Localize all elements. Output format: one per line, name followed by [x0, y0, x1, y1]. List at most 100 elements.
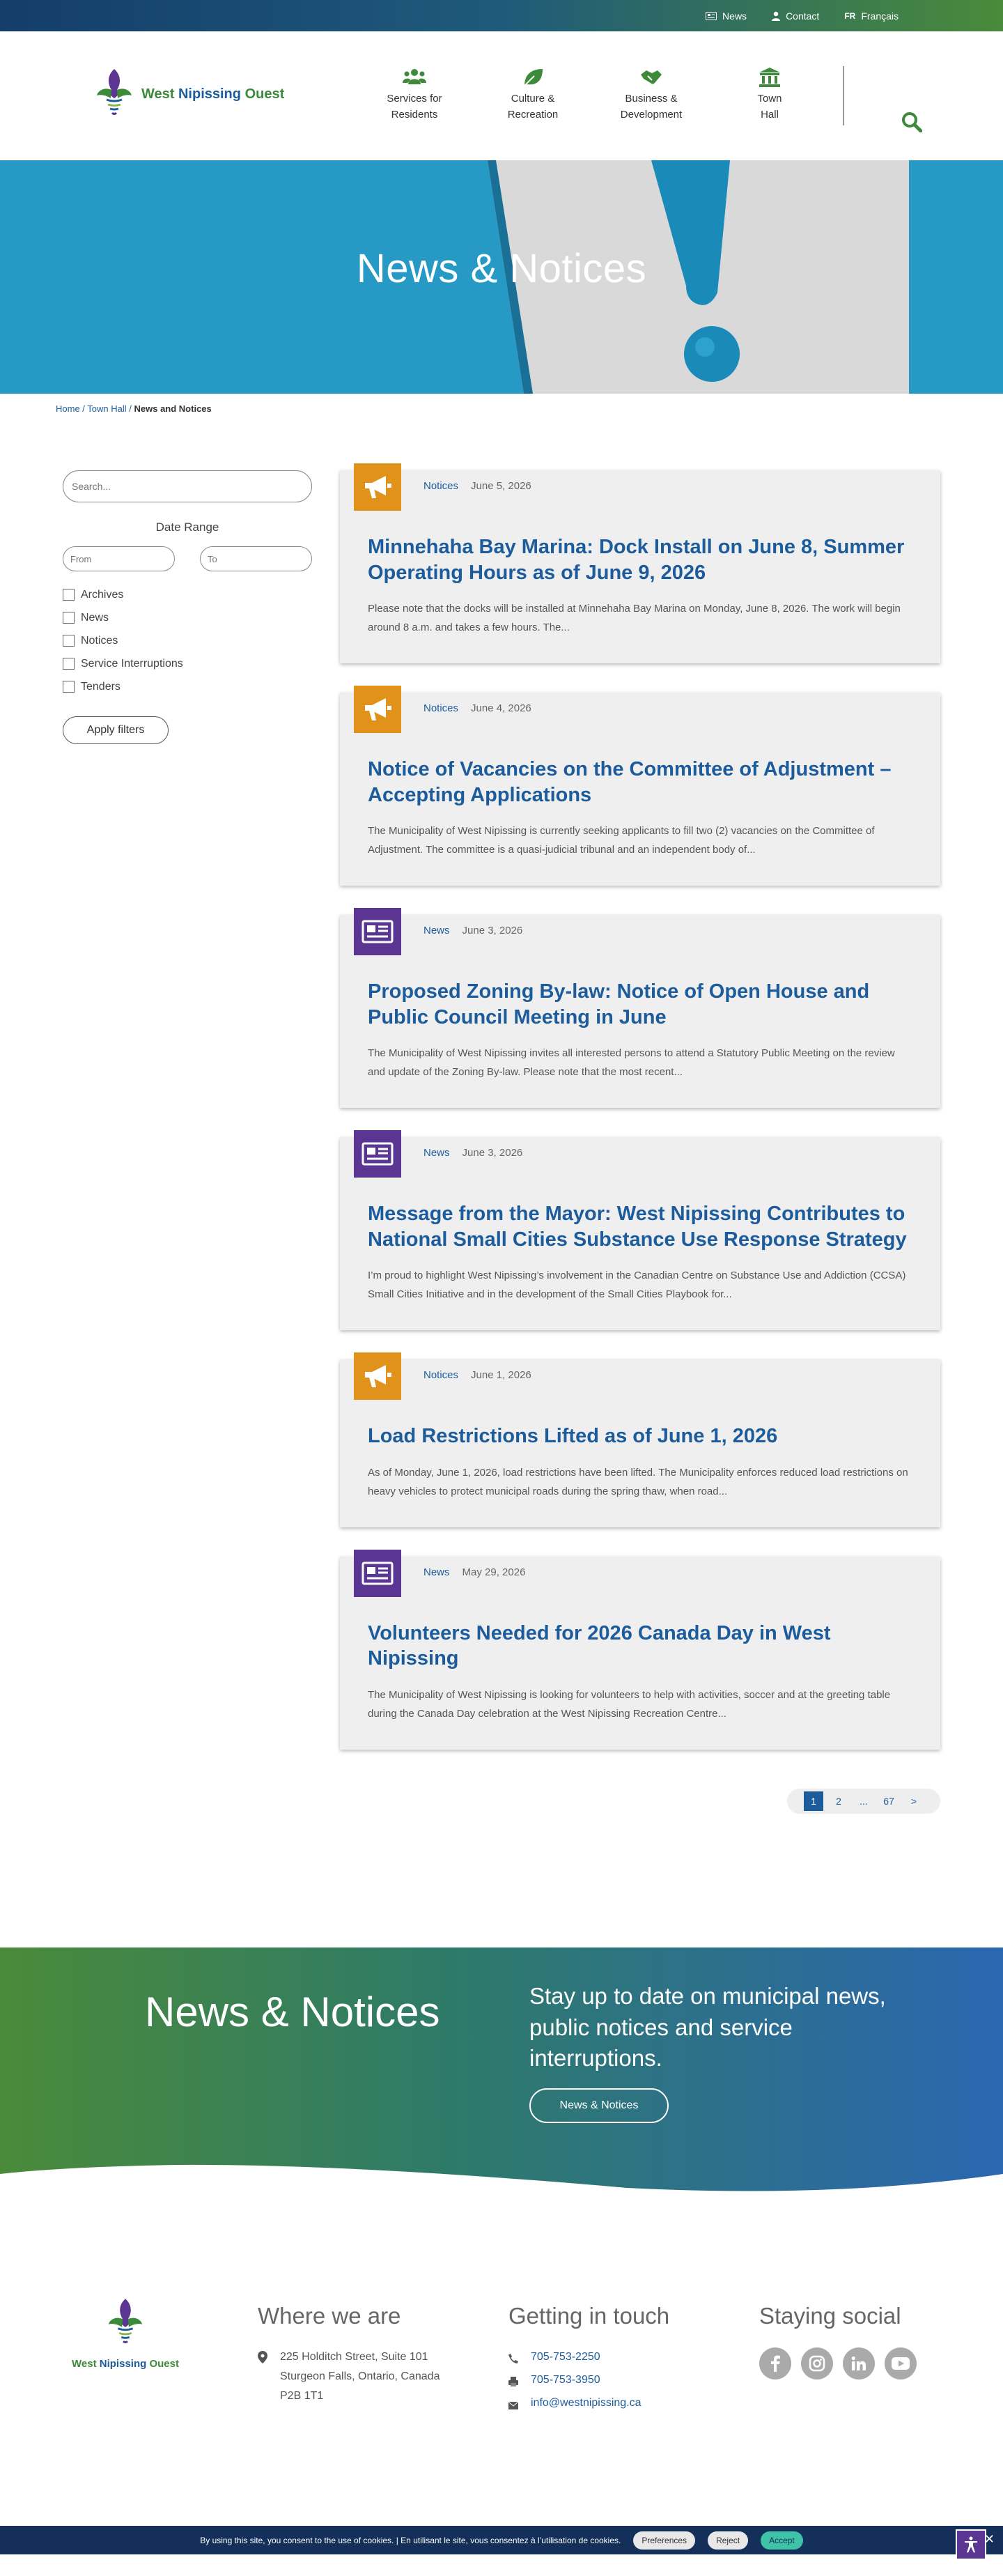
apply-filters-button[interactable]: Apply filters — [63, 716, 169, 744]
article-meta: Notices June 4, 2026 — [423, 702, 531, 714]
town-hall-icon — [759, 68, 780, 87]
facebook-link[interactable] — [759, 2347, 791, 2380]
nav-services-for-residents[interactable]: Services for Residents — [355, 66, 474, 123]
search-button[interactable] — [901, 111, 923, 136]
language-code: FR — [844, 10, 856, 21]
article-list: Notices June 5, 2026 Minnehaha Bay Marina… — [340, 463, 940, 1779]
article-card[interactable]: Notices June 5, 2026 Minnehaha Bay Marina… — [340, 463, 940, 664]
date-to-input[interactable] — [200, 546, 312, 571]
map-pin-icon — [258, 2351, 267, 2363]
article-card[interactable]: Notices June 4, 2026 Notice of Vacancies … — [340, 686, 940, 886]
article-meta: News May 29, 2026 — [423, 1566, 525, 1578]
site-logo[interactable]: West Nipissing Ouest — [93, 66, 284, 122]
nav-town-hall[interactable]: Town Hall — [710, 66, 829, 123]
page-last-button[interactable]: 67 — [879, 1791, 899, 1811]
filter-checkboxes: Archives News Notices Service Interrupti… — [63, 583, 312, 698]
language-toggle[interactable]: FR Français — [844, 10, 899, 22]
breadcrumb-current: News and Notices — [134, 403, 212, 414]
checkbox[interactable] — [63, 635, 75, 647]
breadcrumb-home[interactable]: Home — [56, 403, 80, 414]
article-title[interactable]: Message from the Mayor: West Nipissing C… — [368, 1201, 911, 1252]
article-title[interactable]: Notice of Vacancies on the Committee of … — [368, 757, 911, 808]
article-meta: News June 3, 2026 — [423, 1147, 522, 1159]
footer-email-line: info@westnipissing.ca — [508, 2393, 669, 2416]
cookie-preferences-button[interactable]: Preferences — [633, 2531, 696, 2550]
article-excerpt: The Municipality of West Nipissing is lo… — [368, 1688, 891, 1720]
article-title[interactable]: Proposed Zoning By-law: Notice of Open H… — [368, 979, 911, 1030]
filter-service-interruptions[interactable]: Service Interruptions — [63, 652, 312, 675]
article-card[interactable]: News May 29, 2026 Volunteers Needed for 2… — [340, 1549, 940, 1750]
date-range-label: Date Range — [155, 520, 219, 534]
contact-link[interactable]: Contact — [772, 10, 819, 22]
notices-badge — [354, 686, 401, 734]
article-card[interactable]: News June 3, 2026 Message from the Mayor:… — [340, 1130, 940, 1331]
article-category[interactable]: Notices — [423, 480, 458, 492]
page-2-button[interactable]: 2 — [829, 1791, 848, 1811]
phone-link[interactable]: 705-753-2250 — [531, 2347, 600, 2367]
article-category[interactable]: Notices — [423, 702, 458, 714]
page-title: News & Notices — [356, 246, 647, 291]
cookie-reject-button[interactable]: Reject — [708, 2531, 749, 2550]
filter-label: Notices — [81, 634, 118, 647]
filter-label: Archives — [81, 588, 124, 601]
article-date: June 3, 2026 — [462, 1147, 523, 1159]
filter-news[interactable]: News — [63, 606, 312, 629]
filter-tenders[interactable]: Tenders — [63, 675, 312, 698]
breadcrumb-town-hall[interactable]: Town Hall — [87, 403, 126, 414]
filter-archives[interactable]: Archives — [63, 583, 312, 606]
instagram-icon — [809, 2355, 825, 2372]
footer-address: 225 Holditch Street, Suite 101 Sturgeon … — [258, 2347, 440, 2406]
article-card[interactable]: News June 3, 2026 Proposed Zoning By-law:… — [340, 908, 940, 1109]
article-category[interactable]: Notices — [423, 1369, 458, 1381]
next-page-button[interactable]: > — [904, 1791, 924, 1811]
accessibility-button[interactable] — [956, 2529, 986, 2560]
nav-business-development[interactable]: Business & Development — [592, 66, 710, 123]
article-category[interactable]: News — [423, 925, 450, 936]
logo-word-nipissing: Nipissing — [99, 2358, 147, 2370]
address-line-2: Sturgeon Falls, Ontario, Canada — [280, 2370, 440, 2382]
news-badge — [354, 1130, 401, 1178]
footer-staying-social: Staying social — [759, 2303, 917, 2380]
checkbox[interactable] — [63, 658, 75, 670]
handshake-icon — [641, 70, 662, 84]
nav-business-line2: Development — [620, 108, 683, 121]
news-link-label: News — [722, 10, 747, 22]
article-title[interactable]: Volunteers Needed for 2026 Canada Day in… — [368, 1621, 911, 1672]
page-1-button[interactable]: 1 — [804, 1791, 823, 1811]
checkbox[interactable] — [63, 612, 75, 624]
news-badge — [354, 1549, 401, 1597]
cookie-accept-button[interactable]: Accept — [761, 2531, 803, 2550]
article-category[interactable]: News — [423, 1566, 450, 1578]
logo-word-ouest: Ouest — [149, 2358, 179, 2370]
linkedin-link[interactable] — [843, 2347, 875, 2380]
article-title[interactable]: Minnehaha Bay Marina: Dock Install on Ju… — [368, 534, 911, 585]
article-category[interactable]: News — [423, 1147, 450, 1159]
checkbox[interactable] — [63, 589, 75, 601]
filter-notices[interactable]: Notices — [63, 629, 312, 652]
facebook-icon — [771, 2355, 780, 2372]
date-from-input[interactable] — [63, 546, 175, 571]
cta-news-button[interactable]: News & Notices — [529, 2088, 669, 2123]
footer-heading: Where we are — [258, 2303, 401, 2329]
megaphone-icon — [365, 698, 391, 721]
site-header: West Nipissing Ouest Services for Reside… — [0, 31, 1003, 160]
search-input[interactable] — [63, 470, 312, 502]
checkbox[interactable] — [63, 681, 75, 693]
footer-logo-wordmark: West Nipissing Ouest — [70, 2358, 181, 2370]
cta-title: News & Notices — [145, 1989, 440, 2035]
article-excerpt: Please note that the docks will be insta… — [368, 603, 901, 634]
breadcrumb-separator: / — [126, 403, 134, 414]
newspaper-icon — [361, 1142, 394, 1166]
article-title[interactable]: Load Restrictions Lifted as of June 1, 2… — [368, 1424, 911, 1449]
footer-logo[interactable]: West Nipissing Ouest — [70, 2296, 181, 2370]
youtube-link[interactable] — [885, 2347, 917, 2380]
instagram-link[interactable] — [801, 2347, 833, 2380]
fax-link[interactable]: 705-753-3950 — [531, 2370, 600, 2390]
article-card[interactable]: Notices June 1, 2026 Load Restrictions Li… — [340, 1352, 940, 1527]
date-range-row — [63, 546, 312, 571]
nav-culture-recreation[interactable]: Culture & Recreation — [474, 66, 592, 123]
news-link[interactable]: News — [706, 10, 747, 22]
linkedin-icon — [851, 2356, 866, 2370]
megaphone-icon — [365, 476, 391, 498]
email-link[interactable]: info@westnipissing.ca — [531, 2393, 642, 2413]
